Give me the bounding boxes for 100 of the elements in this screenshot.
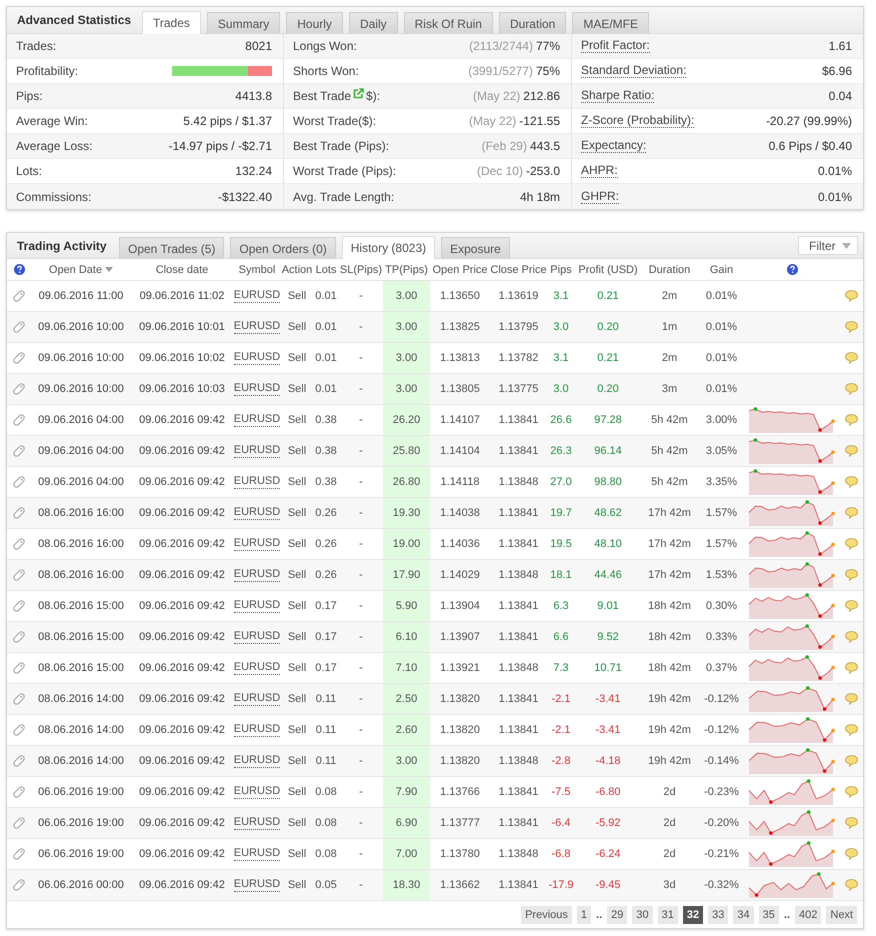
symbol-link[interactable]: EURUSD [234, 413, 280, 427]
table-cell: 0.17 [313, 622, 339, 652]
speech-bubble-icon[interactable] [844, 445, 858, 457]
table-cell: -5.92 [575, 808, 641, 838]
speech-bubble-icon[interactable] [844, 321, 858, 333]
speech-bubble-icon[interactable] [844, 662, 858, 674]
speech-bubble-icon[interactable] [844, 693, 858, 705]
stat-label: AHPR: [581, 164, 618, 178]
speech-bubble-icon[interactable] [844, 786, 858, 798]
symbol-link[interactable]: EURUSD [234, 289, 280, 303]
tab[interactable]: History (8023) [342, 236, 436, 259]
table-cell: 0.20 [575, 374, 641, 404]
speech-bubble-icon[interactable] [844, 848, 858, 860]
column-header[interactable]: Action [282, 264, 312, 276]
speech-bubble-icon[interactable] [844, 631, 858, 643]
table-cell: -17.9 [547, 870, 575, 900]
tab[interactable]: MAE/MFE [572, 12, 649, 34]
table-cell: 1.13841 [490, 870, 547, 900]
table-cell: 06.06.2016 00:00 [31, 870, 131, 900]
tab[interactable]: Exposure [441, 237, 510, 259]
tab[interactable]: Summary [206, 12, 280, 34]
page-button[interactable]: 29 [607, 906, 628, 924]
page-button[interactable]: 31 [658, 906, 678, 924]
symbol-link[interactable]: EURUSD [234, 661, 280, 675]
help-icon[interactable] [14, 264, 24, 276]
table-cell: 17.90 [383, 560, 430, 590]
help-icon[interactable] [786, 264, 798, 276]
speech-bubble-icon[interactable] [844, 600, 858, 612]
table-cell: 6.10 [383, 622, 430, 652]
speech-bubble-icon[interactable] [844, 879, 858, 891]
column-header[interactable]: Lots [316, 264, 336, 276]
tab[interactable]: Risk Of Ruin [404, 12, 493, 34]
speech-bubble-icon[interactable] [844, 383, 858, 395]
speech-bubble-icon[interactable] [844, 290, 858, 302]
stat-label: Commissions: [16, 190, 92, 204]
symbol-link[interactable]: EURUSD [234, 537, 280, 551]
page-button[interactable]: 402 [795, 906, 822, 924]
table-cell: -3.41 [575, 684, 641, 714]
symbol-link[interactable]: EURUSD [234, 785, 280, 799]
stat-label: GHPR: [581, 190, 620, 204]
table-cell: 0.11 [313, 746, 339, 776]
tab[interactable]: Trades [142, 11, 201, 34]
table-cell: 1.14038 [430, 498, 490, 528]
symbol-link[interactable]: EURUSD [234, 723, 280, 737]
filter-button[interactable]: Filter [798, 236, 858, 255]
speech-bubble-icon[interactable] [844, 507, 858, 519]
page-button[interactable]: 30 [632, 906, 653, 924]
stat-value: -121.55 [519, 114, 560, 128]
table-cell: 0.26 [313, 560, 339, 590]
speech-bubble-icon[interactable] [844, 476, 858, 488]
page-button[interactable]: 1 [576, 906, 592, 924]
table-cell: 2.60 [383, 714, 430, 746]
speech-bubble-icon[interactable] [844, 352, 858, 364]
speech-bubble-icon[interactable] [844, 724, 858, 736]
table-cell: - [339, 746, 383, 776]
table-cell: 18.1 [547, 560, 575, 590]
next-button[interactable]: Next [826, 906, 857, 924]
table-cell: - [339, 684, 383, 714]
page-button[interactable]: 33 [708, 906, 728, 924]
stat-value: 4413.8 [235, 89, 272, 103]
symbol-link[interactable]: EURUSD [234, 351, 280, 365]
column-header[interactable]: Symbol [238, 264, 276, 276]
symbol-link[interactable]: EURUSD [234, 599, 280, 613]
column-header[interactable]: Close Price [490, 264, 547, 276]
page-button[interactable]: 32 [682, 906, 704, 924]
page-button[interactable]: 35 [758, 906, 779, 924]
symbol-link[interactable]: EURUSD [234, 475, 280, 489]
tab[interactable]: Open Trades (5) [119, 237, 224, 259]
column-header[interactable]: Open Date [48, 264, 114, 276]
table-cell: - [339, 560, 383, 590]
column-header[interactable]: SL(Pips) [340, 264, 382, 276]
column-header[interactable]: Profit (USD) [578, 264, 638, 276]
tab[interactable]: Hourly [286, 12, 343, 34]
page-button[interactable]: 34 [733, 906, 754, 924]
table-cell: 26.80 [383, 466, 430, 498]
table-cell: 3.0 [547, 374, 575, 404]
external-link-icon[interactable] [353, 88, 364, 98]
speech-bubble-icon[interactable] [844, 569, 858, 581]
column-header[interactable]: Close date [156, 264, 208, 276]
column-header[interactable]: Open Price [432, 264, 488, 276]
previous-button[interactable]: Previous [521, 906, 572, 924]
tab[interactable]: Open Orders (0) [230, 237, 336, 259]
column-header[interactable]: Pips [550, 264, 572, 276]
stat-note: (3991/5277) [468, 64, 533, 78]
speech-bubble-icon[interactable] [844, 817, 858, 829]
table-cell: 2d [641, 808, 698, 838]
stat-label: Standard Deviation: [581, 64, 686, 78]
table-cell: 9.52 [575, 622, 641, 652]
column-header[interactable]: Gain [710, 264, 734, 276]
column-header[interactable]: TP(Pips) [385, 264, 428, 276]
tab[interactable]: Daily [348, 12, 398, 34]
symbol-link[interactable]: EURUSD [234, 847, 280, 861]
table-cell: 1.13775 [490, 374, 547, 404]
column-header[interactable]: Duration [648, 264, 690, 276]
tab[interactable]: Duration [498, 12, 566, 34]
speech-bubble-icon[interactable] [844, 538, 858, 550]
speech-bubble-icon[interactable] [844, 755, 858, 767]
stat-label: Sharpe Ratio: [581, 89, 654, 103]
stat-label: Z-Score (Probability): [581, 114, 694, 128]
speech-bubble-icon[interactable] [844, 414, 858, 426]
